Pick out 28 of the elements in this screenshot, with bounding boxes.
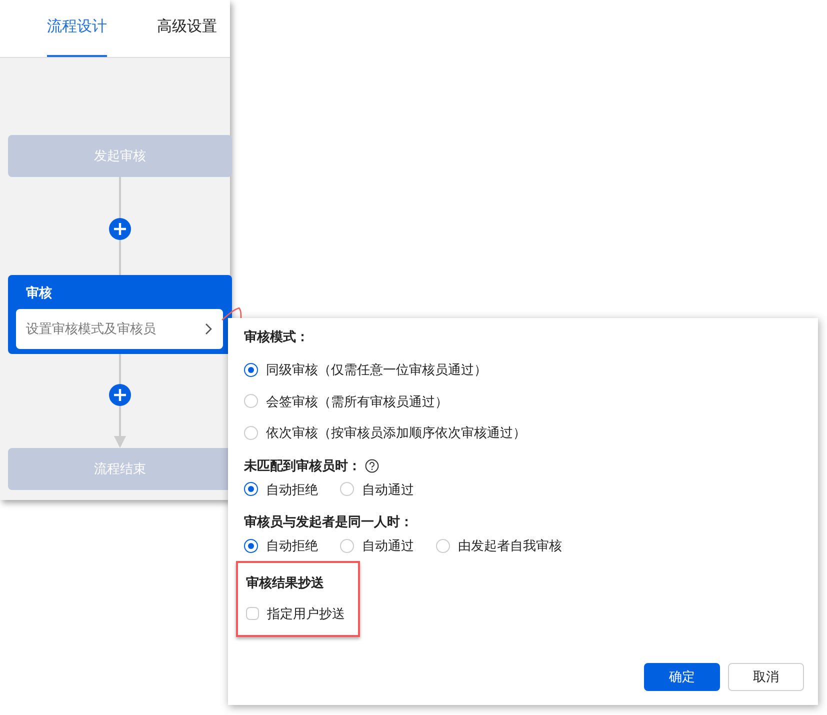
review-node[interactable]: 审核 设置审核模式及审核员 (8, 275, 232, 354)
section-title: 审核结果抄送 (246, 574, 325, 592)
chevron-right-icon (205, 322, 213, 334)
radio-option[interactable]: 由发起者自我审核 (436, 536, 562, 556)
configure-button[interactable]: 设置审核模式及审核员 (16, 308, 223, 348)
radio-icon[interactable] (244, 538, 258, 553)
confirm-button[interactable]: 确定 (644, 663, 720, 691)
arrow-connector (113, 406, 127, 448)
radio-option[interactable]: 自动拒绝 (244, 536, 318, 556)
radio-icon[interactable] (244, 482, 258, 496)
radio-option[interactable]: 自动拒绝 (244, 480, 318, 499)
node-title: 审核 (25, 284, 53, 302)
tab[interactable]: 流程设计 (47, 0, 107, 57)
section-title: 审核模式： (244, 328, 309, 346)
section-title: 未匹配到审核员时： (244, 456, 361, 475)
checkbox-option[interactable]: 指定用户抄送 (246, 604, 350, 624)
radio-option[interactable]: 依次审核（按审核员添加顺序依次审核通过） (244, 423, 802, 442)
add-icon[interactable] (109, 384, 131, 406)
radio-option[interactable]: 会签审核（需所有审核员通过） (244, 392, 802, 411)
radio-option[interactable]: 自动通过 (340, 480, 414, 499)
tab[interactable]: 高级设置 (157, 0, 217, 57)
cancel-button[interactable]: 取消 (728, 663, 804, 691)
add-icon[interactable] (109, 218, 131, 240)
radio-option[interactable]: 自动通过 (340, 536, 414, 556)
section-title: 审核员与发起者是同一人时： (244, 513, 413, 532)
radio-option[interactable]: 同级审核（仅需任意一位审核员通过） (244, 360, 802, 380)
radio-icon[interactable] (244, 362, 258, 377)
help-icon[interactable] (365, 458, 379, 472)
